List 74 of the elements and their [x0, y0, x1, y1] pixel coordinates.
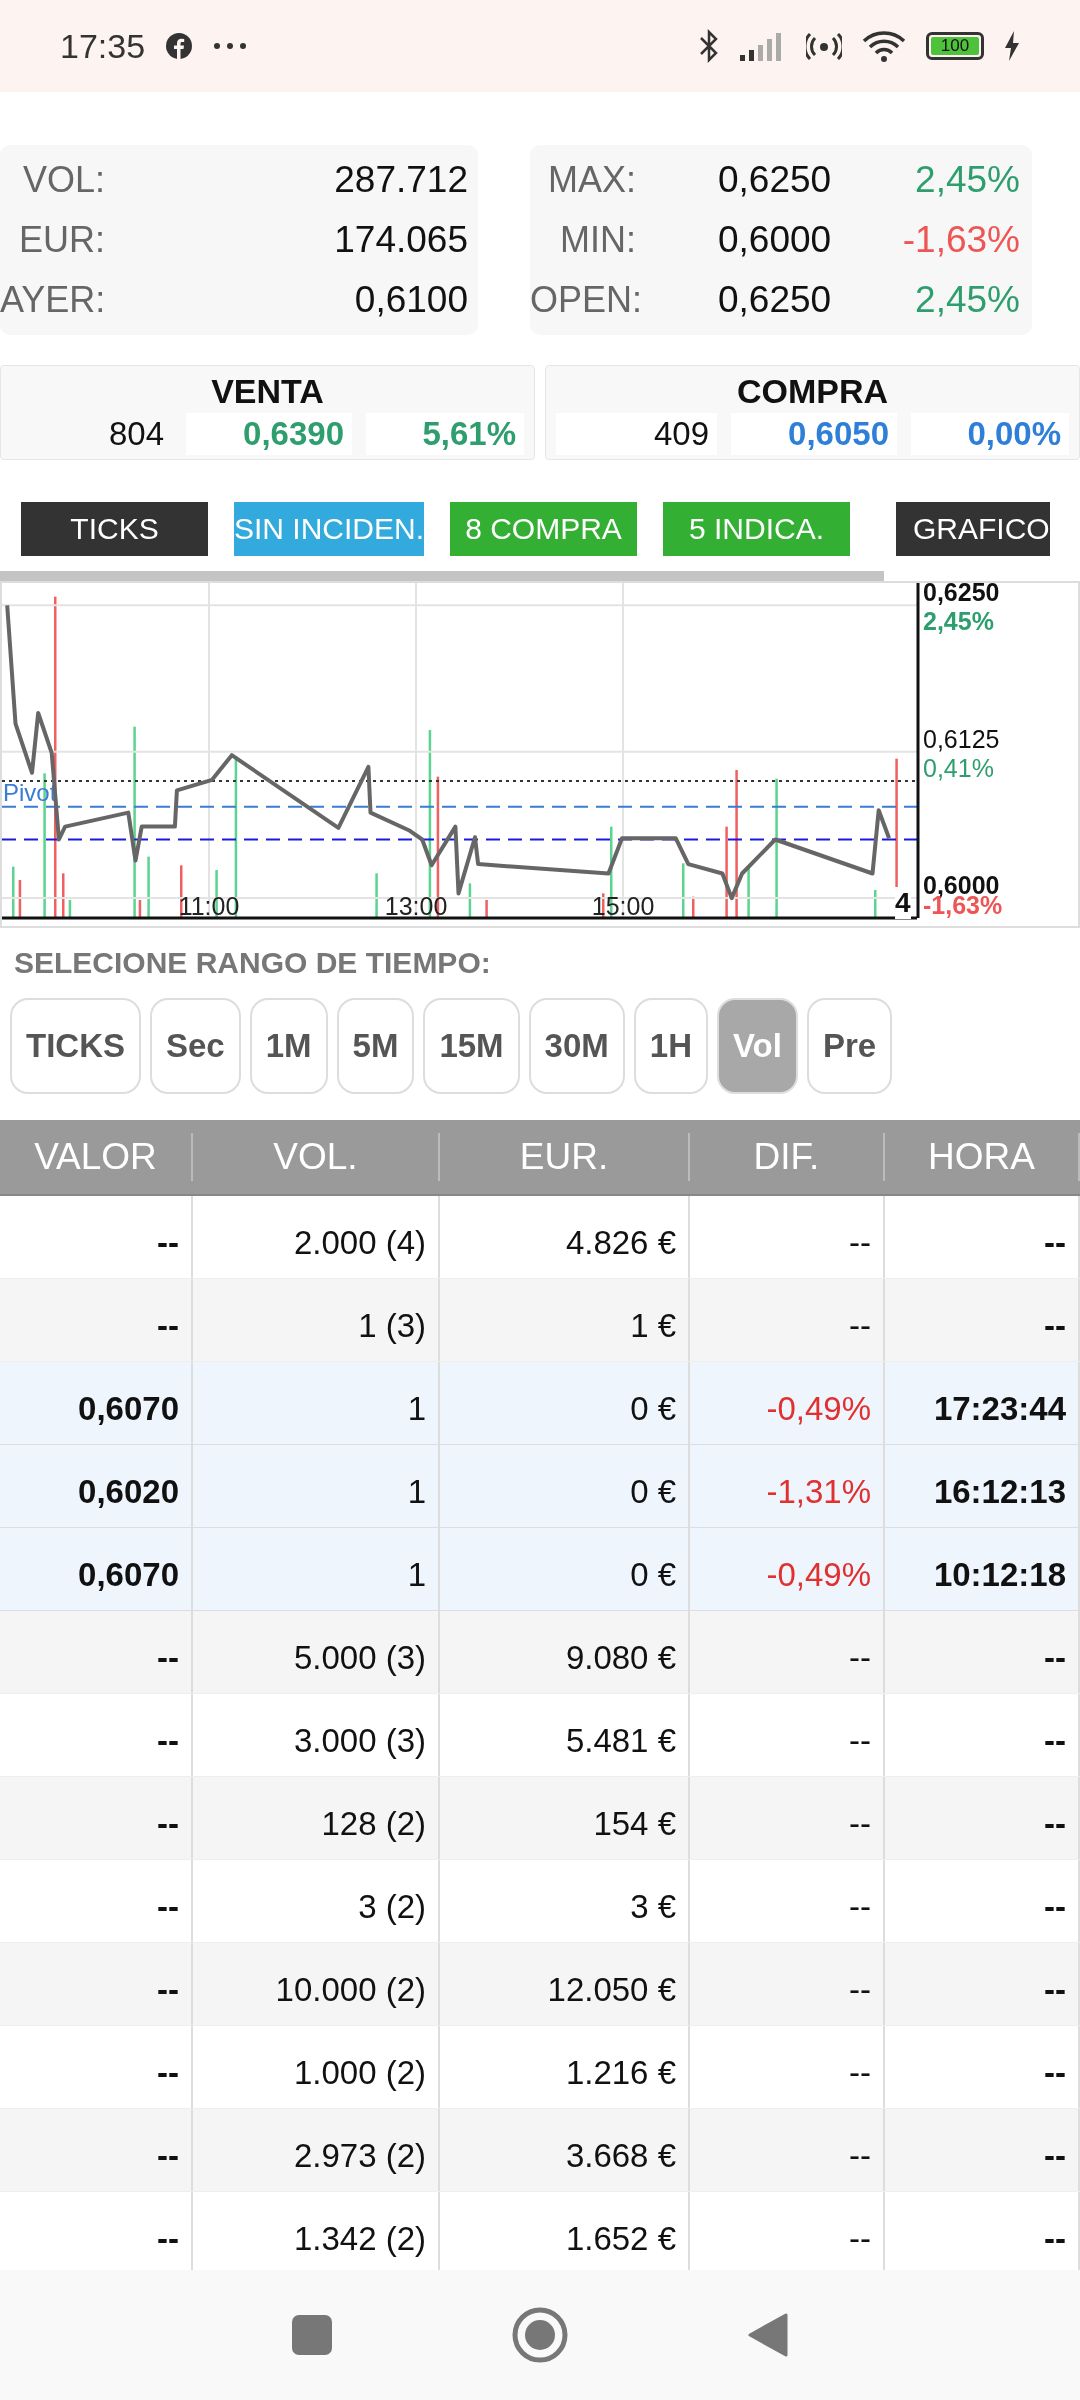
status-time: 17:35 [60, 26, 146, 66]
recents-icon[interactable] [292, 2315, 332, 2355]
table-cell: -- [0, 1611, 193, 1693]
axis-label: 0,6125 [923, 724, 1000, 753]
table-cell: -- [690, 1611, 885, 1693]
sell-quantity: 804 [107, 414, 165, 454]
buy-quantity: 409 [556, 413, 717, 455]
table-cell: -- [885, 1943, 1080, 2025]
stat-label: EUR: [18, 219, 105, 261]
table-cell: -- [690, 1777, 885, 1859]
bluetooth-icon [698, 29, 720, 63]
table-cell: 12.050 € [440, 1943, 690, 2025]
change-label: 0,41% [923, 754, 994, 783]
table-cell: 5.000 (3) [193, 1611, 440, 1693]
corner-label: 4 [895, 887, 911, 919]
table-cell: -- [0, 1943, 193, 2025]
table-cell: -- [885, 1611, 1080, 1693]
stat-value: 174.065 [333, 219, 468, 261]
table-cell: 9.080 € [440, 1611, 690, 1693]
tab[interactable]: TICKS [21, 502, 208, 556]
stat-value: 0,6100 [353, 279, 468, 321]
column-header: VALOR [0, 1133, 193, 1181]
table-cell: 128 (2) [193, 1777, 440, 1859]
buy-price: 0,6050 [731, 413, 897, 455]
table-cell: -- [690, 2109, 885, 2191]
range-button[interactable]: 15M [423, 998, 520, 1094]
stat-value: 287.712 [333, 159, 468, 201]
back-icon[interactable] [748, 2312, 788, 2358]
table-cell: -- [885, 2109, 1080, 2191]
table-cell: 154 € [440, 1777, 690, 1859]
stat-label: VOL: [21, 159, 105, 201]
stat-value: 0,6250 [717, 279, 833, 321]
table-cell: 10.000 (2) [193, 1943, 440, 2025]
axis-label: 0,6250 [923, 583, 1000, 607]
table-cell: 3.668 € [440, 2109, 690, 2191]
stat-change: 2,45% [914, 159, 1020, 201]
range-button[interactable]: 1M [249, 998, 328, 1094]
buy-change: 0,00% [911, 413, 1069, 455]
wifi-icon [862, 29, 906, 63]
column-header: HORA [885, 1133, 1080, 1181]
stat-value: 0,6000 [717, 219, 833, 261]
table-cell: -- [0, 1777, 193, 1859]
change-label: 2,45% [923, 607, 994, 636]
table-cell: 2.973 (2) [193, 2109, 440, 2191]
stat-label: MAX: [547, 159, 636, 201]
stat-change: 2,45% [914, 279, 1020, 321]
section-title: SELECIONE RANGO DE TIEMPO: [14, 946, 492, 980]
buy-title: COMPRA [736, 372, 889, 411]
scroll-bar[interactable] [0, 571, 884, 581]
table-cell: -- [885, 1777, 1080, 1859]
sell-price: 0,6390 [186, 413, 352, 455]
stat-label: AYER: [0, 279, 105, 321]
charging-icon [1004, 31, 1020, 61]
table-cell: -- [0, 2109, 193, 2191]
stat-change: -1,63% [901, 219, 1020, 261]
range-button[interactable]: TICKS [10, 998, 141, 1094]
range-button[interactable]: 1H [633, 998, 708, 1094]
stat-label: MIN: [559, 219, 636, 261]
table-cell: -- [690, 1943, 885, 2025]
sell-change: 5,61% [366, 413, 524, 455]
stat-value: 0,6250 [717, 159, 833, 201]
range-button[interactable]: Sec [150, 998, 241, 1094]
sell-title: VENTA [211, 372, 324, 411]
facebook-icon [165, 32, 194, 60]
column-header: DIF. [690, 1133, 885, 1181]
tab[interactable]: GRAFICO [896, 502, 1050, 556]
column-header: EUR. [440, 1133, 690, 1181]
column-header: VOL. [193, 1133, 440, 1181]
range-button[interactable]: 30M [528, 998, 625, 1094]
more-icon [213, 42, 248, 50]
range-button[interactable]: Pre [806, 998, 893, 1094]
range-button[interactable]: 5M [336, 998, 415, 1094]
battery-icon: 100 [926, 32, 984, 60]
home-icon[interactable] [512, 2307, 568, 2363]
